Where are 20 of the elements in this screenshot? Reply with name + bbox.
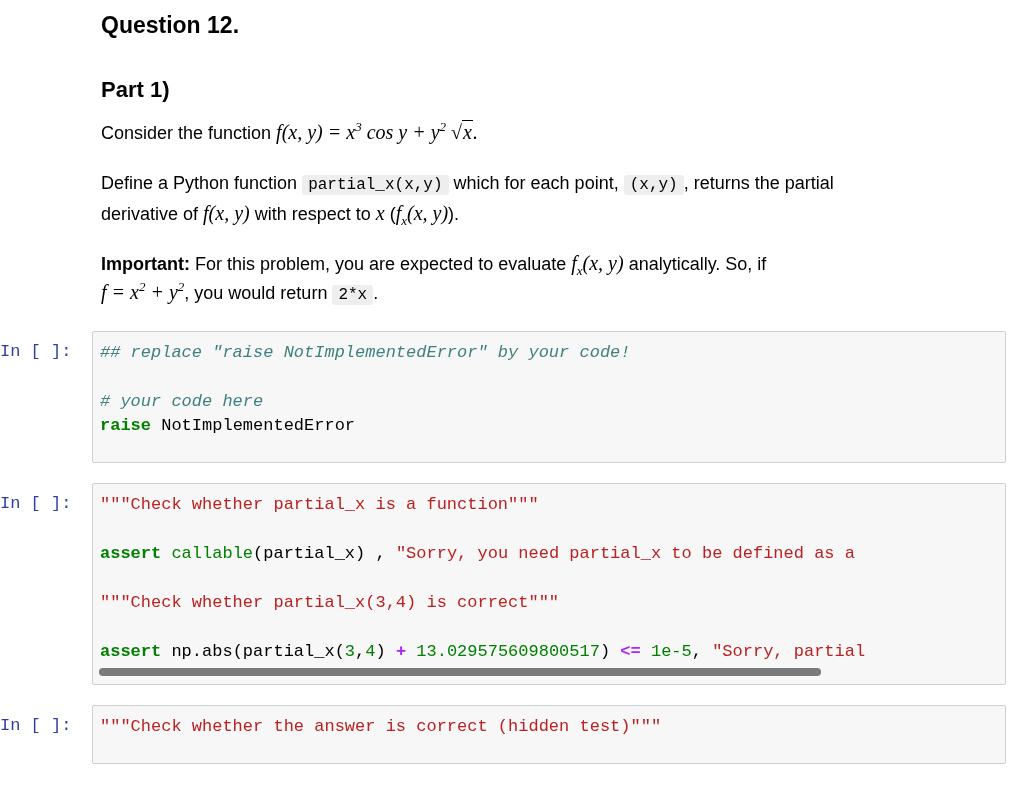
code-line: # your code here — [100, 391, 264, 413]
part-heading: Part 1) — [101, 77, 170, 103]
code-line: """Check whether partial_x is a function""" — [100, 494, 539, 516]
question-heading: Question 12. — [101, 12, 240, 39]
input-prompt: In [ ]: — [0, 342, 72, 361]
code-cell[interactable] — [92, 483, 1006, 685]
code-line: """Check whether the answer is correct (hidden test)""" — [100, 716, 662, 738]
horizontal-scrollbar[interactable] — [99, 668, 821, 676]
code-cell[interactable]: ## replace "raise NotImplementedError" by your code! # your code here raise NotImplementedError — [92, 331, 1006, 463]
instruction-text: Define a Python function partial_x(x,y) which for each point, (x,y) , returns the partial derivative of f(x, y) with respect to x (f$_{x}$(x, y)). — [101, 172, 834, 229]
code-line: ## replace "raise NotImplementedError" by your code! — [100, 342, 631, 364]
code-cell[interactable]: """Check whether the answer is correct (hidden test)""" — [92, 705, 1006, 764]
instruction-text: Consider the function f(x, y) = x$^{3}$ cos y + y$^{2}$ √x. — [101, 119, 478, 146]
code-line: assert np.abs(partial_x(3,4) + 13.029575609800517) <= 1e-5, "Sorry, partial — [100, 641, 866, 663]
input-prompt: In [ ]: — [0, 494, 72, 513]
input-prompt: In [ ]: — [0, 716, 72, 735]
instruction-text: Important: For this problem, you are expected to evaluate f$_{x}$(x, y) analytically. So, if f = x$^{2}$ + y$^{2}$, you would return 2*x . — [101, 251, 767, 307]
code-line: raise NotImplementedError — [100, 415, 356, 437]
code-line: assert callable(partial_x) , "Sorry, you need partial_x to be defined as a — [100, 543, 855, 565]
code-line: """Check whether partial_x(3,4) is correct""" — [100, 592, 560, 614]
